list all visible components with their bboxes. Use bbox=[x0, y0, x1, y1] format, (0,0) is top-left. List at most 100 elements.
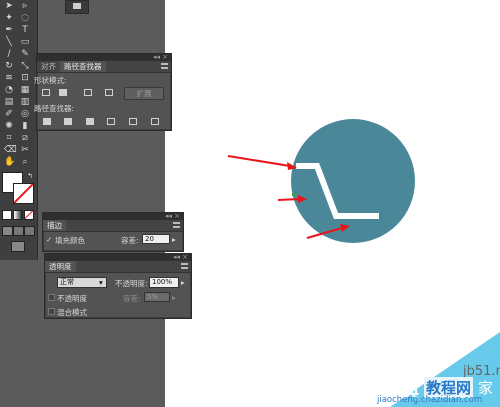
artboard-tool-icon[interactable]: ⌗ bbox=[4, 134, 14, 143]
shape-modes-label: 形状模式: bbox=[34, 76, 67, 85]
tab-stroke[interactable]: 描边 bbox=[43, 220, 66, 231]
direct-selection-tool-icon[interactable]: ▹ bbox=[20, 2, 30, 11]
opacity-label: 不透明度: bbox=[115, 279, 148, 288]
pencil-tool-icon[interactable]: ✎ bbox=[20, 50, 30, 59]
shape-builder-tool-icon[interactable]: ◔ bbox=[4, 86, 14, 95]
stroke-tabs: 描边 bbox=[43, 220, 183, 232]
warp-tool-icon[interactable]: ≋ bbox=[4, 74, 14, 83]
close-icon[interactable]: × bbox=[174, 212, 180, 220]
column-graph-tool-icon[interactable]: ▮ bbox=[20, 122, 30, 131]
arrowhead bbox=[298, 195, 307, 203]
fill-color-checkmark-icon[interactable]: ✓ bbox=[46, 235, 52, 244]
collapse-icon[interactable]: ◂◂ bbox=[165, 212, 172, 220]
line-tool-icon[interactable]: ╲ bbox=[4, 38, 14, 47]
merge-icon[interactable] bbox=[86, 118, 94, 125]
panel-menu-icon[interactable] bbox=[181, 263, 188, 269]
opacity-dropdown-icon[interactable]: ▸ bbox=[181, 278, 185, 287]
chevron-down-icon[interactable]: ▾ bbox=[99, 278, 103, 287]
pathfinder-panel: ◂◂ × 对齐 路径查找器 形状模式: 扩展 路径查找器: bbox=[34, 53, 172, 131]
anchor-point-marker bbox=[292, 193, 296, 196]
symbol-sprayer-tool-icon[interactable]: ✺ bbox=[4, 122, 14, 131]
crop-icon[interactable] bbox=[107, 118, 115, 125]
paintbrush-tool-icon[interactable]: ∕ bbox=[4, 50, 14, 59]
selection-tool-icon[interactable]: ➤ bbox=[4, 2, 14, 11]
mesh-tool-icon[interactable]: ▤ bbox=[4, 98, 14, 107]
zoom-tool-icon[interactable]: ⌕ bbox=[20, 158, 30, 167]
arrow-line bbox=[277, 198, 301, 201]
scissors-tool-icon[interactable]: ✂ bbox=[20, 146, 30, 155]
transparency-tolerance-label: 容差: bbox=[123, 294, 141, 303]
blend-tool-icon[interactable]: ◎ bbox=[20, 110, 30, 119]
free-transform-tool-icon[interactable]: ⊡ bbox=[20, 74, 30, 83]
minus-back-icon[interactable] bbox=[151, 118, 159, 125]
eyedropper-tool-icon[interactable]: ✐ bbox=[4, 110, 14, 119]
blend-mode-checkbox[interactable] bbox=[48, 308, 55, 315]
collapse-icon[interactable]: ◂◂ bbox=[173, 253, 180, 261]
draw-behind-icon[interactable] bbox=[13, 226, 24, 236]
tab-transparency[interactable]: 透明度 bbox=[45, 261, 76, 272]
pathfinder-tabs: 对齐 路径查找器 bbox=[37, 61, 171, 73]
panel-chrome: ◂◂ × bbox=[45, 253, 191, 261]
minus-front-icon[interactable] bbox=[59, 89, 67, 96]
panel-menu-icon[interactable] bbox=[173, 222, 180, 228]
scale-tool-icon[interactable]: ⤡ bbox=[20, 62, 30, 71]
rectangle-tool-icon[interactable]: ▭ bbox=[20, 38, 30, 47]
workspace-background: ➤ ▹ ✦ ◌ ✒ T ╲ ▭ ∕ ✎ ↻ ⤡ ≋ ⊡ ◔ ▦ ▤ ▥ ✐ ◎ … bbox=[0, 0, 192, 407]
color-mode-button[interactable] bbox=[2, 210, 12, 220]
unite-icon[interactable] bbox=[42, 89, 50, 96]
lasso-tool-icon[interactable]: ◌ bbox=[20, 14, 30, 23]
arrow-line bbox=[227, 155, 291, 167]
panel-chrome: ◂◂ × bbox=[37, 53, 171, 61]
divide-icon[interactable] bbox=[43, 118, 51, 125]
transparency-tabs: 透明度 bbox=[45, 261, 191, 273]
stroke-swatch[interactable] bbox=[13, 183, 34, 204]
arrowhead bbox=[340, 224, 350, 232]
hand-tool-icon[interactable]: ✋ bbox=[4, 158, 15, 167]
chair-shape[interactable] bbox=[296, 163, 379, 219]
fill-color-label: 填充颜色 bbox=[55, 236, 85, 245]
perspective-grid-tool-icon[interactable]: ▦ bbox=[20, 86, 30, 95]
collapse-icon[interactable]: ◂◂ bbox=[153, 53, 160, 61]
transparency-tolerance-input: 5% bbox=[144, 292, 170, 302]
tolerance-stepper-icon[interactable]: ▸ bbox=[172, 235, 176, 244]
type-tool-icon[interactable]: T bbox=[20, 26, 30, 35]
transparency-panel: ◂◂ × 透明度 正常 ▾ 不透明度: 100% ▸ 不透明度 容差: 5% ▸… bbox=[44, 253, 192, 319]
panel-menu-icon[interactable] bbox=[161, 63, 168, 69]
opacity-checkbox-label: 不透明度 bbox=[57, 294, 87, 303]
panel-chrome: ◂◂ × bbox=[43, 212, 183, 220]
tools-panel: ➤ ▹ ✦ ◌ ✒ T ╲ ▭ ∕ ✎ ↻ ⤡ ≋ ⊡ ◔ ▦ ▤ ▥ ✐ ◎ … bbox=[0, 0, 38, 260]
document-tab-button[interactable] bbox=[65, 0, 89, 14]
intersect-icon[interactable] bbox=[84, 89, 92, 96]
none-mode-button[interactable] bbox=[24, 210, 34, 220]
tab-pathfinder[interactable]: 路径查找器 bbox=[60, 61, 106, 72]
transparency-tolerance-stepper-icon: ▸ bbox=[172, 293, 176, 302]
opacity-input[interactable]: 100% bbox=[149, 277, 179, 288]
stroke-panel: ◂◂ × 描边 ✓ 填充颜色 容差: 20 ▸ bbox=[42, 212, 184, 252]
arrowhead bbox=[287, 162, 297, 170]
tolerance-label: 容差: bbox=[121, 236, 139, 245]
exclude-icon[interactable] bbox=[105, 89, 113, 96]
opacity-checkbox[interactable] bbox=[48, 294, 55, 301]
trim-icon[interactable] bbox=[64, 118, 72, 125]
slice-tool-icon[interactable]: ⧄ bbox=[20, 134, 30, 143]
eraser-tool-icon[interactable]: ⌫ bbox=[4, 146, 17, 155]
gradient-tool-icon[interactable]: ▥ bbox=[20, 98, 30, 107]
tab-align[interactable]: 对齐 bbox=[37, 61, 60, 72]
gradient-mode-button[interactable] bbox=[13, 210, 23, 220]
expand-button[interactable]: 扩展 bbox=[124, 87, 164, 100]
outline-icon[interactable] bbox=[129, 118, 137, 125]
swap-fill-stroke-icon[interactable]: ↰ bbox=[25, 172, 35, 181]
close-icon[interactable]: × bbox=[182, 253, 188, 261]
tolerance-input[interactable]: 20 bbox=[142, 234, 170, 244]
pen-tool-icon[interactable]: ✒ bbox=[4, 26, 14, 35]
magic-wand-tool-icon[interactable]: ✦ bbox=[4, 14, 14, 23]
rotate-tool-icon[interactable]: ↻ bbox=[4, 62, 14, 71]
close-icon[interactable]: × bbox=[162, 53, 168, 61]
annotation-arrows bbox=[227, 155, 350, 239]
draw-inside-icon[interactable] bbox=[24, 226, 35, 236]
document-icon bbox=[73, 3, 81, 9]
screen-mode-icon[interactable] bbox=[11, 241, 25, 252]
draw-normal-icon[interactable] bbox=[2, 226, 13, 236]
teal-circle[interactable] bbox=[291, 119, 415, 243]
arrow-line bbox=[306, 227, 343, 239]
